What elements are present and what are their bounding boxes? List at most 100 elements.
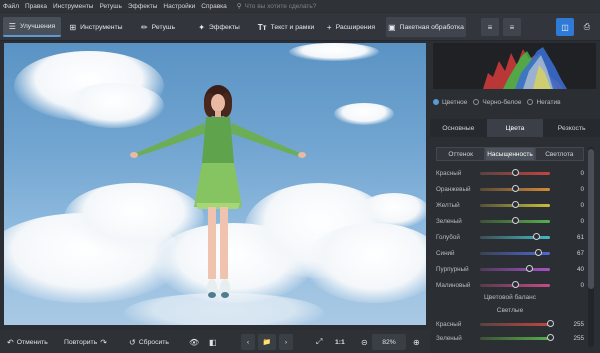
slider-handle[interactable] [546, 319, 554, 327]
color-subtabs: Оттенок Насыщенность Светлота [436, 147, 584, 161]
reset-label: Сбросить [138, 338, 169, 346]
batch-processing-label: Пакетная обработка [399, 23, 464, 31]
reset-button[interactable]: ↺ Сбросить [126, 334, 169, 350]
menu-effects[interactable]: Эффекты [128, 3, 158, 10]
balance-slider-row: Красный 255 [436, 318, 584, 330]
saturation-slider-row: Оранжевый 0 [436, 183, 584, 195]
tab-effects[interactable]: ✦ Эффекты [191, 17, 247, 37]
slider-value[interactable]: 61 [566, 234, 584, 241]
saturation-slider-row: Зеленый 0 [436, 215, 584, 227]
slider-track[interactable] [480, 248, 550, 256]
color-mode-group: Цветное Черно-белое Негатив [433, 95, 598, 109]
radio-empty-icon [473, 99, 480, 105]
menu-settings[interactable]: Настройки [163, 3, 195, 10]
color-mode-color[interactable]: Цветное [433, 99, 467, 106]
next-photo-icon[interactable]: › [279, 334, 293, 350]
undo-icon: ↶ [7, 337, 14, 347]
panel-scrollbar[interactable] [588, 147, 594, 347]
slider-handle[interactable] [534, 248, 542, 256]
slider-value[interactable]: 0 [566, 202, 584, 209]
slider-track[interactable] [480, 264, 550, 272]
balance-slider-row: Зеленый 255 [436, 332, 584, 344]
photo-subject [130, 85, 306, 298]
color-mode-negative[interactable]: Негатив [527, 98, 561, 106]
slider-label: Оранжевый [436, 185, 471, 193]
tab-retouch[interactable]: ✏ Ретушь [133, 17, 183, 37]
redo-button[interactable]: Повторить ↷ [64, 334, 110, 350]
slider-track[interactable] [480, 184, 550, 192]
subtab-saturation[interactable]: Насыщенность [485, 147, 535, 161]
slider-handle[interactable] [511, 184, 519, 192]
preview-eye-icon[interactable]: 👁 [186, 334, 202, 350]
print-icon[interactable]: ⎙ [578, 18, 596, 36]
tab-tools[interactable]: ⊞ Инструменты [64, 17, 128, 37]
menu-edit[interactable]: Правка [25, 3, 47, 10]
reset-icon: ↺ [129, 337, 136, 347]
layers-settings-icon[interactable]: ≡ [503, 18, 521, 36]
slider-track[interactable] [480, 232, 550, 240]
menu-help[interactable]: Справка [201, 3, 227, 10]
slider-value[interactable]: 0 [566, 218, 584, 225]
color-balance-title: Цветовой баланс [484, 294, 536, 301]
actual-size-label: 1:1 [335, 338, 345, 346]
slider-value[interactable]: 255 [566, 335, 584, 342]
subtab-lightness[interactable]: Светлота [534, 147, 584, 161]
color-mode-negative-label: Негатив [536, 98, 561, 106]
tab-sharpness[interactable]: Резкость [543, 119, 600, 137]
slider-value[interactable]: 67 [566, 250, 584, 257]
undo-button[interactable]: ↶ Отменить [4, 334, 48, 350]
slider-label: Зеленый [436, 217, 462, 225]
slider-handle[interactable] [511, 200, 519, 208]
slider-track[interactable] [480, 200, 550, 208]
color-mode-bw[interactable]: Черно-белое [473, 99, 521, 106]
tab-tools-label: Инструменты [80, 23, 123, 31]
slider-label: Голубой [436, 233, 460, 241]
fit-screen-icon[interactable]: ⤢ [313, 334, 325, 350]
batch-processing-button[interactable]: ▣ Пакетная обработка [386, 17, 466, 37]
slider-track[interactable] [480, 319, 554, 327]
zoom-level-field[interactable]: 82% [372, 334, 406, 350]
add-layer-icon[interactable]: ≡ [481, 18, 499, 36]
slider-track[interactable] [480, 280, 550, 288]
redo-icon: ↷ [100, 337, 107, 347]
tab-colors[interactable]: Цвета [486, 119, 544, 137]
command-search[interactable]: ⚲ Что вы хотите сделать? [236, 2, 317, 11]
slider-value[interactable]: 0 [566, 282, 584, 289]
command-search-placeholder: Что вы хотите сделать? [244, 2, 317, 10]
tab-text-frames[interactable]: Tт Текст и рамки [254, 17, 318, 37]
menu-tools[interactable]: Инструменты [53, 3, 94, 10]
slider-handle[interactable] [525, 264, 533, 272]
subtab-hue[interactable]: Оттенок [436, 147, 486, 161]
slider-handle[interactable] [511, 216, 519, 224]
zoom-in-icon[interactable]: ⊕ [410, 334, 423, 350]
slider-handle[interactable] [511, 280, 519, 288]
slider-label: Красный [436, 169, 462, 177]
tab-basic[interactable]: Основные [430, 119, 487, 137]
slider-handle[interactable] [511, 168, 519, 176]
slider-value[interactable]: 0 [566, 170, 584, 177]
slider-handle[interactable] [546, 333, 554, 341]
save-icon[interactable]: ◫ [556, 18, 574, 36]
slider-value[interactable]: 0 [566, 186, 584, 193]
saturation-slider-row: Голубой 61 [436, 231, 584, 243]
color-mode-bw-label: Черно-белое [482, 98, 522, 106]
slider-value[interactable]: 255 [566, 321, 584, 328]
search-icon: ⚲ [236, 3, 242, 10]
slider-value[interactable]: 40 [566, 266, 584, 273]
folder-icon[interactable]: 📁 [258, 334, 276, 350]
photo-canvas[interactable] [4, 43, 426, 325]
compare-icon[interactable]: ◧ [206, 334, 220, 350]
slider-track[interactable] [480, 216, 550, 224]
menu-file[interactable]: Файл [3, 3, 19, 10]
bottom-bar: ↶ Отменить Повторить ↷ ↺ Сбросить 👁 ◧ ‹ … [0, 330, 430, 353]
tab-extensions[interactable]: + Расширения [323, 17, 379, 37]
actual-size-button[interactable]: 1:1 [335, 334, 345, 350]
tab-enhancements[interactable]: ☰ Улучшения [3, 17, 61, 37]
slider-handle[interactable] [532, 232, 540, 240]
zoom-out-icon[interactable]: ⊝ [358, 334, 371, 350]
saturation-slider-row: Желтый 0 [436, 199, 584, 211]
slider-track[interactable] [480, 168, 550, 176]
slider-track[interactable] [480, 333, 554, 341]
prev-photo-icon[interactable]: ‹ [241, 334, 255, 350]
menu-retouch[interactable]: Ретушь [99, 3, 121, 10]
